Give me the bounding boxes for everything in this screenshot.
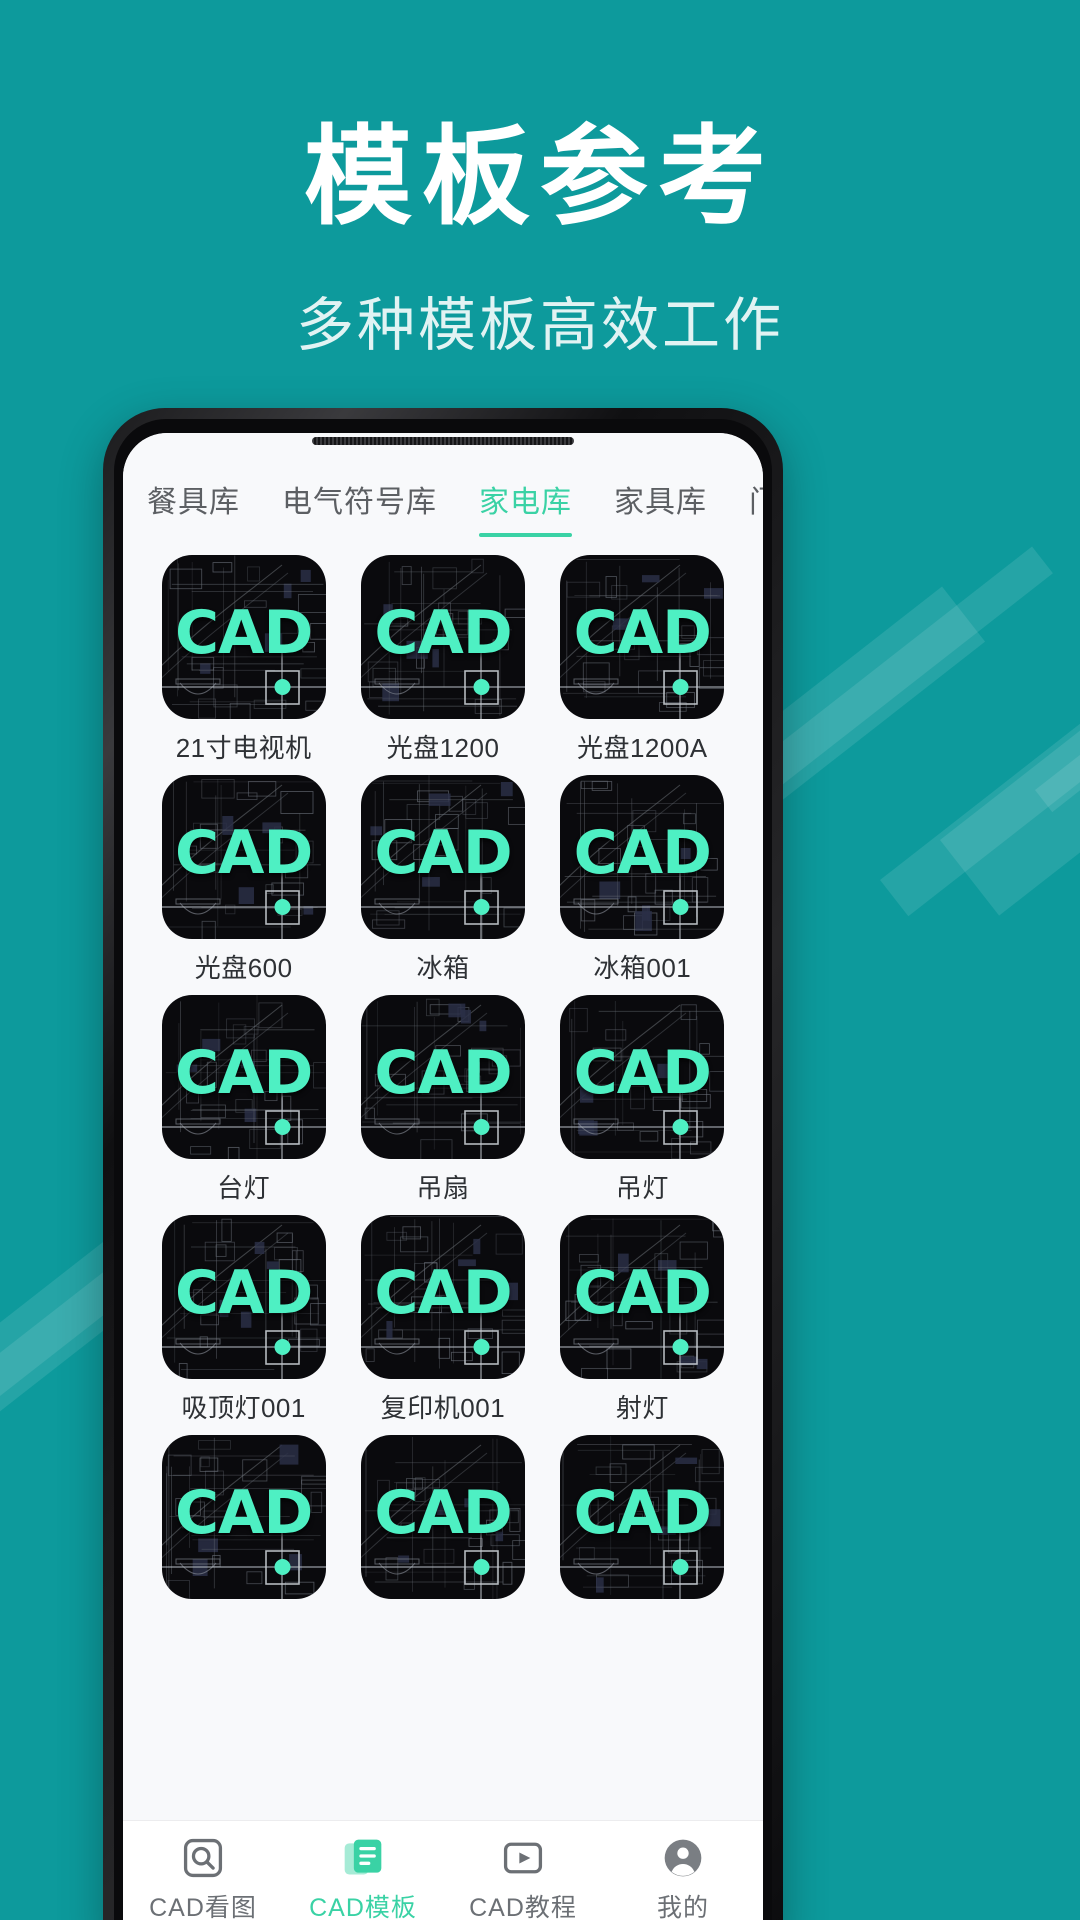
cad-logo-text: CAD xyxy=(374,1037,512,1108)
nav-item-label: 我的 xyxy=(656,1893,709,1920)
template-thumbnail[interactable]: CAD xyxy=(560,775,725,939)
template-item-label: 光盘1200A xyxy=(576,733,708,763)
template-item[interactable]: CAD 冰箱 xyxy=(346,775,539,985)
category-tab-4[interactable]: 门窗库 xyxy=(749,477,763,537)
template-item-label: 光盘600 xyxy=(194,953,293,983)
cad-logo-text: CAD xyxy=(175,1477,313,1548)
template-thumbnail[interactable]: CAD xyxy=(360,555,525,719)
template-thumbnail[interactable]: CAD xyxy=(360,775,525,939)
template-thumbnail[interactable]: CAD xyxy=(161,995,326,1159)
template-item-label: 吸顶灯001 xyxy=(181,1393,306,1423)
nav-item-label: CAD看图 xyxy=(149,1893,257,1920)
cad-logo-text: CAD xyxy=(175,1257,313,1328)
nav-item-1[interactable]: CAD模板 xyxy=(283,1836,443,1920)
nav-item-3[interactable]: 我的 xyxy=(603,1836,763,1920)
cad-logo-text: CAD xyxy=(573,1257,712,1328)
nav-item-2[interactable]: CAD教程 xyxy=(443,1836,603,1920)
template-thumbnail[interactable]: CAD xyxy=(161,1215,326,1379)
template-grid[interactable]: CAD 21寸电视机 CAD 光盘1200 CAD 光盘1200A CAD 光盘600 CAD 冰… xyxy=(123,537,763,1645)
template-item-label: 射灯 xyxy=(615,1393,669,1423)
category-tab-3[interactable]: 家具库 xyxy=(614,477,707,537)
template-item[interactable]: CAD 台灯 xyxy=(147,995,340,1205)
template-item-label: 吊灯 xyxy=(615,1173,669,1203)
template-item-label: 冰箱001 xyxy=(593,953,692,983)
cad-logo-text: CAD xyxy=(374,1477,512,1548)
earpiece-speaker-icon xyxy=(312,437,574,445)
cad-logo-text: CAD xyxy=(374,1257,512,1328)
template-thumbnail[interactable]: CAD xyxy=(560,1215,725,1379)
template-item[interactable]: CAD 吊扇 xyxy=(346,995,539,1205)
cad-logo-text: CAD xyxy=(374,597,512,668)
template-thumbnail[interactable]: CAD xyxy=(360,995,525,1159)
template-item[interactable]: CAD 射灯 xyxy=(546,1215,739,1425)
page-title: 模板参考 xyxy=(303,116,776,237)
template-item[interactable]: CAD 吊灯 xyxy=(546,995,739,1205)
cad-logo-text: CAD xyxy=(175,597,313,668)
template-item-label: 台灯 xyxy=(217,1173,271,1203)
cad-logo-text: CAD xyxy=(374,817,512,888)
template-thumbnail[interactable]: CAD xyxy=(560,555,725,719)
template-item-label: 冰箱 xyxy=(416,953,470,983)
cad-logo-text: CAD xyxy=(573,1477,712,1548)
template-item[interactable]: CAD 光盘600 xyxy=(147,775,340,985)
phone-bezel: 餐具库电气符号库家电库家具库门窗库气 CAD21寸电视机CAD光盘1200CAD… xyxy=(114,419,772,1920)
template-thumbnail[interactable]: CAD xyxy=(161,775,326,939)
play-video-icon xyxy=(443,1836,603,1884)
template-icon xyxy=(283,1836,443,1884)
hero-section: 模板参考 多种模板高效工作 xyxy=(0,0,1080,362)
template-item[interactable]: CAD 冰箱001 xyxy=(546,775,739,985)
template-thumbnail[interactable]: CAD xyxy=(360,1435,525,1599)
template-thumbnail[interactable]: CAD xyxy=(161,555,326,719)
search-icon xyxy=(123,1836,283,1884)
cad-logo-text: CAD xyxy=(175,817,313,888)
page-subtitle: 多种模板高效工作 xyxy=(295,292,784,358)
cad-logo-text: CAD xyxy=(175,1037,313,1108)
template-item[interactable]: CAD xyxy=(546,1435,739,1608)
template-item[interactable]: CAD 光盘1200A xyxy=(546,555,739,765)
template-item[interactable]: CAD 复印机001 xyxy=(346,1215,539,1425)
template-item-label: 复印机001 xyxy=(380,1393,506,1423)
category-tab-0[interactable]: 餐具库 xyxy=(147,477,240,537)
phone-mockup: 餐具库电气符号库家电库家具库门窗库气 CAD21寸电视机CAD光盘1200CAD… xyxy=(103,408,783,1920)
template-item-label: 光盘1200 xyxy=(386,733,500,763)
template-thumbnail[interactable]: CAD xyxy=(560,995,725,1159)
template-thumbnail[interactable]: CAD xyxy=(560,1435,725,1599)
nav-item-0[interactable]: CAD看图 xyxy=(123,1836,283,1920)
template-item-label: 21寸电视机 xyxy=(175,733,312,763)
user-profile-icon xyxy=(603,1836,763,1884)
template-thumbnail[interactable]: CAD xyxy=(360,1215,525,1379)
template-item[interactable]: CAD xyxy=(147,1435,340,1608)
cad-logo-text: CAD xyxy=(573,817,712,888)
phone-screen: 餐具库电气符号库家电库家具库门窗库气 CAD21寸电视机CAD光盘1200CAD… xyxy=(123,433,763,1920)
template-item[interactable]: CAD 光盘1200 xyxy=(346,555,539,765)
template-item-label: 吊扇 xyxy=(416,1173,470,1203)
template-item[interactable]: CAD 21寸电视机 xyxy=(147,555,340,765)
nav-item-label: CAD模板 xyxy=(309,1893,417,1920)
bottom-navigation-bar[interactable]: CAD看图 CAD模板 CAD教程 我的 xyxy=(123,1820,763,1920)
category-tab-2[interactable]: 家电库 xyxy=(479,477,572,537)
cad-logo-text: CAD xyxy=(573,1037,712,1108)
template-item[interactable]: CAD xyxy=(346,1435,539,1608)
category-tab-1[interactable]: 电气符号库 xyxy=(282,477,437,537)
cad-logo-text: CAD xyxy=(573,597,712,668)
template-thumbnail[interactable]: CAD xyxy=(161,1435,326,1599)
category-tab-bar[interactable]: 餐具库电气符号库家电库家具库门窗库气 xyxy=(123,433,763,537)
template-item[interactable]: CAD 吸顶灯001 xyxy=(147,1215,340,1425)
nav-item-label: CAD教程 xyxy=(469,1893,577,1920)
